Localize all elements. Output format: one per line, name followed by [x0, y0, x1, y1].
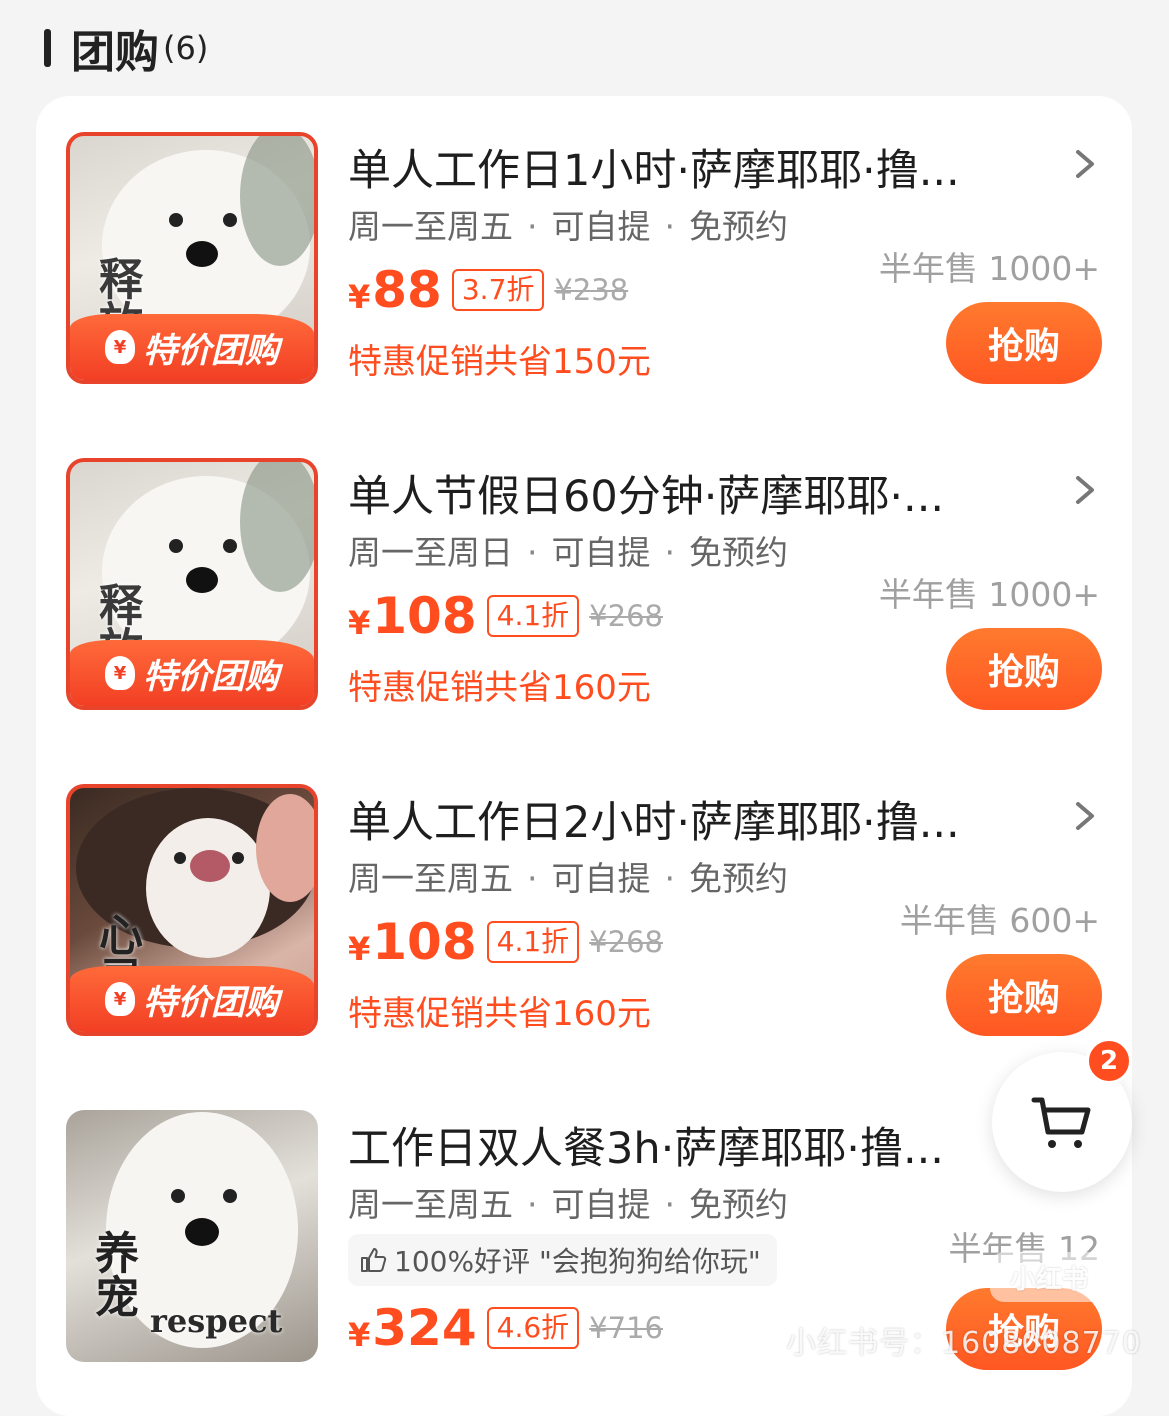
- deal-price: 88: [372, 261, 442, 319]
- special-deal-badge: ¥ 特价团购: [70, 966, 314, 1032]
- price-row: ¥ 108 4.1折 ¥268: [348, 584, 663, 648]
- special-deal-badge: ¥ 特价团购: [70, 640, 314, 706]
- promo-text: 特惠促销共省160元: [348, 994, 651, 1034]
- thumbs-up-icon: [361, 1248, 387, 1272]
- sales-count: 半年售 1000+: [878, 575, 1100, 614]
- currency-symbol: ¥: [348, 930, 371, 968]
- promo-text: 特惠促销共省150元: [348, 342, 651, 382]
- discount-tag: 4.1折: [486, 595, 580, 637]
- buy-button[interactable]: 抢购: [946, 954, 1102, 1036]
- deals-card: 释放 ¥ 特价团购 单人工作日1小时·萨摩耶耶·撸... 周一至周五 · 可自提 · 免预…: [36, 96, 1132, 1416]
- deal-name[interactable]: 单人节假日60分钟·萨摩耶耶·...: [348, 462, 1038, 518]
- sales-count: 半年售 1000+: [878, 249, 1100, 288]
- chevron-right-icon[interactable]: [1070, 144, 1100, 184]
- deal-price: 108: [372, 913, 477, 971]
- section-marker: [44, 29, 51, 67]
- special-deal-badge: ¥ 特价团购: [70, 314, 314, 380]
- buy-button[interactable]: 抢购: [946, 628, 1102, 710]
- deal-thumbnail[interactable]: 心灵 ¥ 特价团购: [66, 784, 318, 1036]
- deal-price: 108: [372, 587, 477, 645]
- price-row: ¥ 324 4.6折 ¥716: [348, 1296, 663, 1360]
- deal-meta: 周一至周五 · 可自提 · 免预约: [348, 859, 788, 898]
- deal-item[interactable]: 释放 ¥ 特价团购 单人工作日1小时·萨摩耶耶·撸... 周一至周五 · 可自提 · 免预…: [36, 96, 1132, 422]
- thumb-caption-en: respect: [150, 1302, 283, 1340]
- yen-tag-icon: ¥: [105, 982, 135, 1016]
- deal-thumbnail[interactable]: 释放 ¥ 特价团购: [66, 458, 318, 710]
- thumb-caption: 养宠: [87, 1230, 138, 1318]
- deal-meta: 周一至周五 · 可自提 · 免预约: [348, 1185, 788, 1224]
- discount-tag: 4.1折: [486, 921, 580, 963]
- chevron-right-icon[interactable]: [1070, 796, 1100, 836]
- deal-name[interactable]: 单人工作日1小时·萨摩耶耶·撸...: [348, 136, 1038, 192]
- promo-text: 特惠促销共省160元: [348, 668, 651, 708]
- currency-symbol: ¥: [348, 604, 371, 642]
- buy-button[interactable]: 抢购: [946, 302, 1102, 384]
- deal-thumbnail[interactable]: 释放 ¥ 特价团购: [66, 132, 318, 384]
- original-price: ¥268: [589, 599, 663, 633]
- currency-symbol: ¥: [348, 1316, 371, 1354]
- discount-tag: 3.7折: [451, 269, 545, 311]
- deal-meta: 周一至周五 · 可自提 · 免预约: [348, 207, 788, 246]
- watermark-text: 小红书号：1608008770: [786, 1326, 1142, 1361]
- deal-item[interactable]: 心灵 ¥ 特价团购 单人工作日2小时·萨摩耶耶·撸... 周一至周五 · 可自提 · 免预…: [36, 748, 1132, 1074]
- discount-tag: 4.6折: [486, 1307, 580, 1349]
- currency-symbol: ¥: [348, 278, 371, 316]
- deal-price: 324: [372, 1299, 477, 1357]
- deal-name[interactable]: 工作日双人餐3h·萨摩耶耶·撸...: [348, 1114, 1038, 1170]
- cart-icon: [1031, 1097, 1091, 1148]
- deal-item[interactable]: 释放 ¥ 特价团购 单人节假日60分钟·萨摩耶耶·... 周一至周日 · 可自提 · 免预…: [36, 422, 1132, 748]
- watermark-logo: 小红书: [990, 1252, 1108, 1302]
- deal-name[interactable]: 单人工作日2小时·萨摩耶耶·撸...: [348, 788, 1038, 844]
- original-price: ¥716: [589, 1311, 663, 1345]
- cart-count-badge: 2: [1086, 1038, 1132, 1084]
- original-price: ¥238: [554, 273, 629, 307]
- price-row: ¥ 108 4.1折 ¥268: [348, 910, 663, 974]
- yen-tag-icon: ¥: [105, 330, 135, 364]
- section-title: 团购: [71, 27, 159, 78]
- chevron-right-icon[interactable]: [1070, 470, 1100, 510]
- yen-tag-icon: ¥: [105, 656, 135, 690]
- sales-count: 半年售 600+: [899, 901, 1100, 940]
- review-tag: 100%好评 "会抱狗狗给你玩": [348, 1234, 777, 1286]
- price-row: ¥ 88 3.7折 ¥238: [348, 258, 628, 322]
- section-header: 团购 (6): [0, 0, 1169, 96]
- deal-thumbnail[interactable]: 养宠 respect: [66, 1110, 318, 1362]
- original-price: ¥268: [589, 925, 663, 959]
- deal-meta: 周一至周日 · 可自提 · 免预约: [348, 533, 788, 572]
- section-count: (6): [163, 29, 209, 67]
